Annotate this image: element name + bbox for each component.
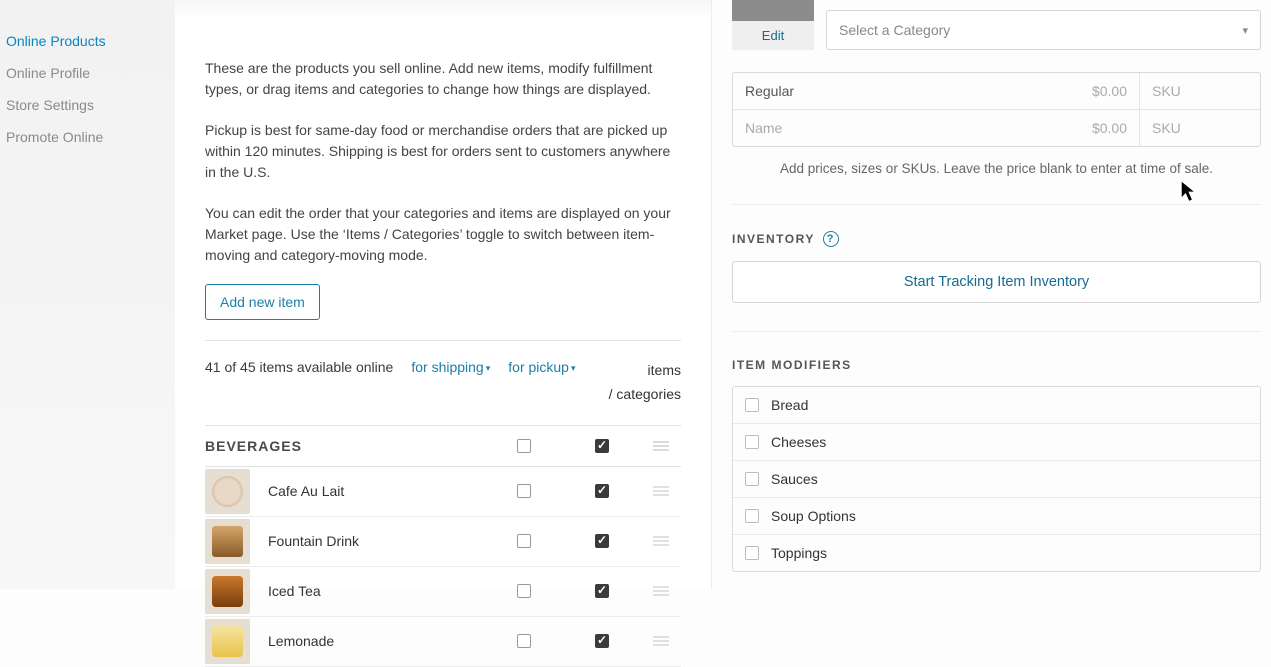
- start-tracking-inventory-button[interactable]: Start Tracking Item Inventory: [732, 261, 1261, 303]
- drag-handle-icon[interactable]: [641, 636, 681, 646]
- modifier-label: Toppings: [771, 545, 827, 561]
- sidebar-item-store-settings[interactable]: Store Settings: [6, 89, 175, 121]
- modifier-checkbox[interactable]: [745, 472, 759, 486]
- drag-handle-icon[interactable]: [641, 586, 681, 596]
- items-available-count: 41 of 45 items available online: [205, 359, 393, 375]
- drag-handle-icon[interactable]: [641, 486, 681, 496]
- sidebar-item-promote-online[interactable]: Promote Online: [6, 121, 175, 153]
- modifier-checkbox[interactable]: [745, 509, 759, 523]
- cursor-icon: [1180, 180, 1198, 204]
- inventory-section-title: INVENTORY ?: [732, 231, 1261, 247]
- modifiers-list: Bread Cheeses Sauces Soup Options Toppin…: [732, 386, 1261, 572]
- variant-name-field[interactable]: Name: [733, 110, 1020, 146]
- drag-handle-icon[interactable]: [641, 536, 681, 546]
- mode-items-label: items: [648, 362, 681, 378]
- filter-pickup-dropdown[interactable]: for pickup▾: [508, 359, 575, 375]
- modifier-label: Bread: [771, 397, 808, 413]
- chevron-down-icon: ▾: [1242, 24, 1248, 37]
- sidebar-item-online-profile[interactable]: Online Profile: [6, 57, 175, 89]
- price-table: Regular $0.00 SKU Name $0.00 SKU: [732, 72, 1261, 147]
- item-editor-panel: Edit Select a Category ▾ Regular $0.00 S…: [711, 0, 1271, 589]
- item-shipping-checkbox[interactable]: [517, 634, 531, 648]
- modifier-checkbox[interactable]: [745, 546, 759, 560]
- item-name: Iced Tea: [268, 583, 485, 599]
- item-shipping-checkbox[interactable]: [517, 534, 531, 548]
- mode-categories-label: / categories: [609, 386, 681, 402]
- category-select[interactable]: Select a Category ▾: [826, 10, 1261, 50]
- modifier-row[interactable]: Soup Options: [733, 498, 1260, 535]
- variant-sku-field[interactable]: SKU: [1140, 110, 1260, 146]
- modifier-checkbox[interactable]: [745, 398, 759, 412]
- items-toolbar: 41 of 45 items available online for ship…: [205, 340, 681, 407]
- item-name: Lemonade: [268, 633, 485, 649]
- category-pickup-checkbox[interactable]: [595, 439, 609, 453]
- variant-sku-field[interactable]: SKU: [1140, 73, 1260, 109]
- help-icon[interactable]: ?: [823, 231, 839, 247]
- item-row: Cafe Au Lait: [205, 467, 681, 517]
- category-header-row: BEVERAGES: [205, 425, 681, 467]
- modifiers-section-title: ITEM MODIFIERS: [732, 358, 1261, 372]
- filter-shipping-label: for shipping: [411, 359, 483, 375]
- main-content: These are the products you sell online. …: [175, 0, 711, 589]
- modifiers-title-label: ITEM MODIFIERS: [732, 358, 852, 372]
- item-shipping-checkbox[interactable]: [517, 584, 531, 598]
- modifier-label: Soup Options: [771, 508, 856, 524]
- modifier-row[interactable]: Cheeses: [733, 424, 1260, 461]
- item-row: Iced Tea: [205, 567, 681, 617]
- intro-paragraph-3: You can edit the order that your categor…: [205, 203, 681, 266]
- intro-paragraph-2: Pickup is best for same-day food or merc…: [205, 120, 681, 183]
- modifier-row[interactable]: Sauces: [733, 461, 1260, 498]
- price-row[interactable]: Name $0.00 SKU: [733, 110, 1260, 146]
- modifier-row[interactable]: Bread: [733, 387, 1260, 424]
- variant-price-field[interactable]: $0.00: [1020, 73, 1140, 109]
- chevron-down-icon: ▾: [571, 363, 576, 373]
- filter-pickup-label: for pickup: [508, 359, 569, 375]
- category-shipping-checkbox[interactable]: [517, 439, 531, 453]
- sidebar-item-online-products[interactable]: Online Products: [6, 25, 175, 57]
- modifier-row[interactable]: Toppings: [733, 535, 1260, 571]
- intro-paragraph-1: These are the products you sell online. …: [205, 58, 681, 100]
- item-row: Fountain Drink: [205, 517, 681, 567]
- view-mode-toggle[interactable]: items / categories: [609, 359, 681, 407]
- item-row: Lemonade: [205, 617, 681, 667]
- item-thumbnail: [205, 569, 250, 614]
- item-thumbnail: [205, 469, 250, 514]
- category-name: BEVERAGES: [205, 438, 485, 454]
- item-thumbnail: [205, 519, 250, 564]
- item-pickup-checkbox[interactable]: [595, 584, 609, 598]
- modifier-label: Cheeses: [771, 434, 826, 450]
- inventory-title-label: INVENTORY: [732, 232, 815, 246]
- variant-name-field[interactable]: Regular: [733, 73, 1020, 109]
- variant-price-field[interactable]: $0.00: [1020, 110, 1140, 146]
- item-pickup-checkbox[interactable]: [595, 634, 609, 648]
- edit-image-button[interactable]: Edit: [732, 21, 814, 50]
- item-pickup-checkbox[interactable]: [595, 484, 609, 498]
- category-select-placeholder: Select a Category: [839, 22, 950, 38]
- modifier-label: Sauces: [771, 471, 818, 487]
- price-hint-text: Add prices, sizes or SKUs. Leave the pri…: [732, 161, 1261, 176]
- item-shipping-checkbox[interactable]: [517, 484, 531, 498]
- chevron-down-icon: ▾: [486, 363, 491, 373]
- item-thumbnail: [205, 619, 250, 664]
- item-image-box: Edit: [732, 0, 814, 50]
- add-new-item-button[interactable]: Add new item: [205, 284, 320, 320]
- price-row[interactable]: Regular $0.00 SKU: [733, 73, 1260, 110]
- modifier-checkbox[interactable]: [745, 435, 759, 449]
- item-name: Cafe Au Lait: [268, 483, 485, 499]
- drag-handle-icon[interactable]: [641, 441, 681, 451]
- left-sidebar: Online Products Online Profile Store Set…: [0, 0, 175, 589]
- item-pickup-checkbox[interactable]: [595, 534, 609, 548]
- item-name: Fountain Drink: [268, 533, 485, 549]
- filter-shipping-dropdown[interactable]: for shipping▾: [411, 359, 490, 375]
